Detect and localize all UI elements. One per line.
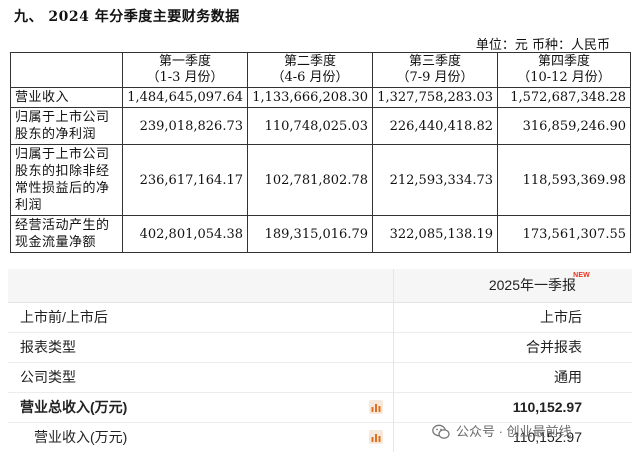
row-label: 归属于上市公司股东的净利润 [10,107,123,145]
wechat-logo-icon [432,424,450,439]
cell-value: 226,440,418.82 [372,107,498,145]
row-value: 合并报表 [526,339,582,355]
column-divider [393,269,394,302]
row-value: 通用 [554,369,582,385]
column-divider [393,332,394,362]
quarterly-report-panel: 2025年一季报 NEW 上市前/上市后 上市后 报表类型 合并报表 公司类型 … [0,269,640,459]
column-divider [393,362,394,392]
column-divider [393,392,394,422]
table-row: 归属于上市公司股东的扣除非经常性损益后的净利润 236,617,164.17 1… [10,144,631,216]
row-label: 营业总收入(万元) [20,399,128,415]
header-q1-title: 第一季度 [158,54,211,69]
bar-chart-icon[interactable] [369,430,383,444]
cell-value: 1,572,687,348.28 [497,87,631,108]
cell-value: 316,859,246.90 [497,107,631,145]
table-row: 经营活动产生的现金流量净额 402,801,054.38 189,315,016… [10,215,631,253]
header-q1: 第一季度 （1-3 月份） [122,52,248,88]
header-q1-months: （1-3 月份） [146,70,224,85]
report-row-statement-type: 报表类型 合并报表 [8,332,632,363]
report-period-header: 2025年一季报 NEW [8,269,632,303]
row-label: 归属于上市公司股东的扣除非经常性损益后的净利润 [10,144,123,216]
header-q4-months: （10-12 月份） [517,70,611,85]
report-row-company-type: 公司类型 通用 [8,362,632,393]
bar-chart-icon[interactable] [369,400,383,414]
row-label: 经营活动产生的现金流量净额 [10,215,123,253]
quarterly-financial-table: 第一季度 （1-3 月份） 第二季度 （4-6 月份） 第三季度 （7-9 月份） 第… [10,52,631,253]
row-label: 营业收入 [10,87,123,108]
unit-currency-line: 单位：元 币种：人民币 [475,38,610,53]
cell-value: 402,801,054.38 [122,215,248,253]
wechat-watermark: 公众号 · 创业最前线 [432,419,632,445]
row-value: 上市后 [540,309,582,325]
cell-value: 102,781,802.78 [247,144,373,216]
cell-value: 1,484,645,097.64 [122,87,248,108]
row-value: 110,152.97 [512,399,582,415]
report-period-label[interactable]: 2025年一季报 [489,269,576,302]
column-divider [393,422,394,452]
header-q2-months: （4-6 月份） [271,70,349,85]
cell-value: 322,085,138.19 [372,215,498,253]
cell-value: 173,561,307.55 [497,215,631,253]
table-row: 营业收入 1,484,645,097.64 1,133,666,208.30 1… [10,87,631,108]
header-q2-title: 第二季度 [283,54,336,69]
header-q2: 第二季度 （4-6 月份） [247,52,373,88]
report-row-listing-status: 上市前/上市后 上市后 [8,302,632,333]
row-label: 报表类型 [20,339,76,355]
watermark-text: 公众号 · 创业最前线 [456,424,572,439]
row-label: 营业收入(万元) [34,429,128,445]
header-q4-title: 第四季度 [537,54,590,69]
column-divider [393,302,394,332]
cell-value: 110,748,025.03 [247,107,373,145]
cell-value: 212,593,334.73 [372,144,498,216]
header-q3: 第三季度 （7-9 月份） [372,52,498,88]
header-q4: 第四季度 （10-12 月份） [497,52,631,88]
header-q3-title: 第三季度 [408,54,461,69]
table-row: 归属于上市公司股东的净利润 239,018,826.73 110,748,025… [10,107,631,145]
cell-value: 118,593,369.98 [497,144,631,216]
section-title: 九、 2024 年分季度主要财务数据 [14,9,240,25]
table-header-row: 第一季度 （1-3 月份） 第二季度 （4-6 月份） 第三季度 （7-9 月份） 第… [10,52,631,88]
cell-value: 1,327,758,283.03 [372,87,498,108]
cell-value: 189,315,016.79 [247,215,373,253]
row-label: 公司类型 [20,369,76,385]
cell-value: 239,018,826.73 [122,107,248,145]
cell-value: 236,617,164.17 [122,144,248,216]
header-q3-months: （7-9 月份） [396,70,474,85]
header-corner [10,52,123,88]
cell-value: 1,133,666,208.30 [247,87,373,108]
row-label: 上市前/上市后 [20,309,108,325]
new-badge: NEW [573,272,590,279]
